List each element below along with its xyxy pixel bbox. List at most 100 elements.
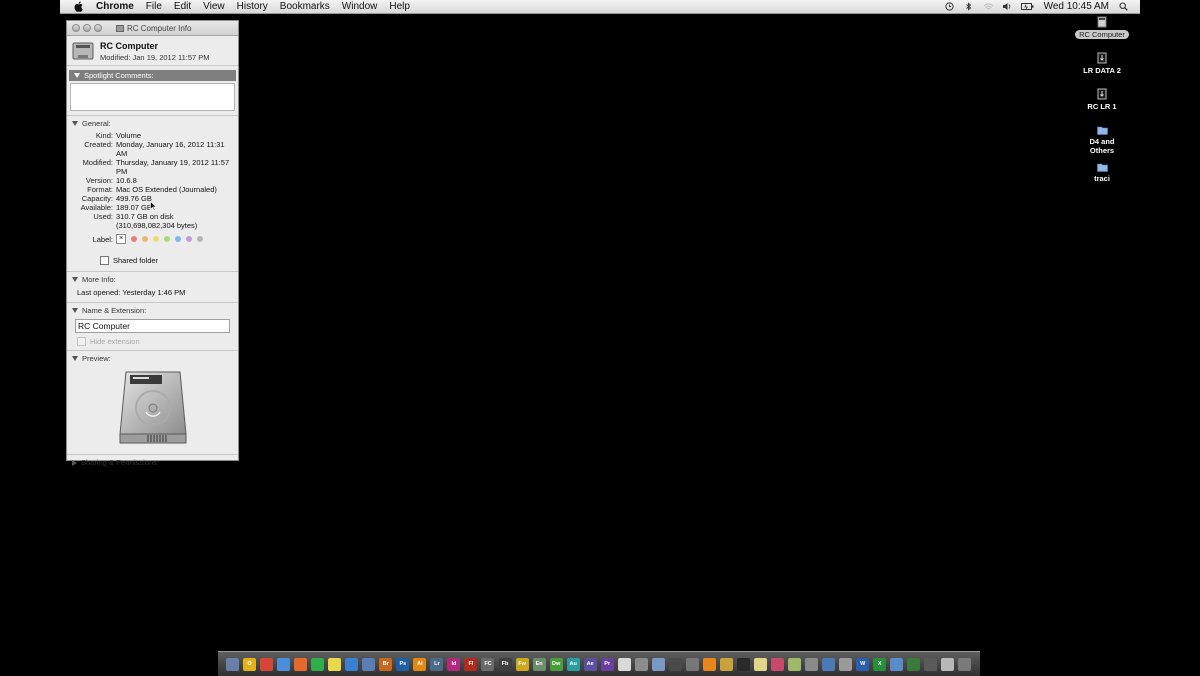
dock-app-icon[interactable]: FC bbox=[481, 657, 495, 671]
menu-window[interactable]: Window bbox=[342, 0, 378, 13]
dock-app-icon[interactable] bbox=[941, 657, 955, 671]
battery-icon[interactable] bbox=[1020, 2, 1034, 11]
menu-app-name[interactable]: Chrome bbox=[96, 0, 134, 13]
hard-drive-icon bbox=[72, 42, 94, 60]
hide-extension-checkbox[interactable] bbox=[77, 337, 86, 346]
dock-app-icon[interactable] bbox=[685, 657, 699, 671]
time-machine-icon[interactable] bbox=[944, 2, 954, 11]
label-color-red[interactable] bbox=[131, 236, 137, 242]
wifi-icon[interactable] bbox=[983, 2, 993, 11]
general-disclosure[interactable]: General: bbox=[67, 118, 238, 129]
dock-app-icon[interactable]: Ae bbox=[583, 657, 597, 671]
dock-app-icon[interactable] bbox=[958, 657, 972, 671]
dock-app-icon[interactable]: Fb bbox=[498, 657, 512, 671]
dock-app-icon[interactable]: En bbox=[532, 657, 546, 671]
dock-app-icon[interactable]: W bbox=[856, 657, 870, 671]
label-color-gray[interactable] bbox=[197, 236, 203, 242]
dock-app-icon[interactable] bbox=[277, 657, 291, 671]
dock-app-icon[interactable]: X bbox=[873, 657, 887, 671]
menu-file[interactable]: File bbox=[146, 0, 162, 13]
dock-app-icon[interactable]: Ps bbox=[396, 657, 410, 671]
menu-bookmarks[interactable]: Bookmarks bbox=[280, 0, 330, 13]
dock-app-icon[interactable] bbox=[651, 657, 665, 671]
label-color-orange[interactable] bbox=[142, 236, 148, 242]
info-row-format: Format: Mac OS Extended (Journaled) bbox=[67, 185, 238, 194]
label-color-green[interactable] bbox=[164, 236, 170, 242]
dock-app-icon[interactable] bbox=[771, 657, 785, 671]
menu-view[interactable]: View bbox=[203, 0, 225, 13]
desktop-icon-rc-computer[interactable]: RC Computer bbox=[1066, 16, 1138, 39]
dock-app-icon[interactable] bbox=[719, 657, 733, 671]
spotlight-comments-disclosure[interactable]: Spotlight Comments: bbox=[69, 70, 236, 81]
dock-app-icon[interactable] bbox=[311, 657, 325, 671]
zoom-button[interactable] bbox=[94, 24, 102, 32]
dock-app-icon[interactable] bbox=[294, 657, 308, 671]
info-window-titlebar[interactable]: RC Computer Info bbox=[67, 21, 238, 36]
info-value: Thursday, January 19, 2012 11:57 PM bbox=[116, 158, 230, 176]
more-info-disclosure[interactable]: More Info: bbox=[67, 274, 238, 285]
window-controls bbox=[72, 24, 102, 32]
close-button[interactable] bbox=[72, 24, 80, 32]
dock-app-icon[interactable] bbox=[702, 657, 716, 671]
apple-menu-icon[interactable] bbox=[72, 1, 84, 13]
info-row-used: Used: 310.7 GB on disk (310,698,082,304 b… bbox=[67, 212, 238, 230]
dock-app-icon[interactable]: Id bbox=[447, 657, 461, 671]
desktop-icon-d4-and-others[interactable]: D4 and Others bbox=[1066, 125, 1138, 155]
dock-app-icon[interactable] bbox=[805, 657, 819, 671]
name-field[interactable]: RC Computer bbox=[75, 319, 230, 333]
dock-app-icon[interactable] bbox=[617, 657, 631, 671]
label-color-purple[interactable] bbox=[186, 236, 192, 242]
dock-app-icon[interactable]: Fl bbox=[464, 657, 478, 671]
desktop-icon-rc-lr-1[interactable]: RC LR 1 bbox=[1066, 88, 1138, 111]
minimize-button[interactable] bbox=[83, 24, 91, 32]
info-key: Available: bbox=[80, 203, 113, 212]
shared-folder-label: Shared folder bbox=[113, 256, 159, 265]
desktop-icon-traci[interactable]: traci bbox=[1066, 162, 1138, 183]
dock-app-icon[interactable] bbox=[226, 657, 240, 671]
bluetooth-icon[interactable] bbox=[964, 2, 973, 11]
dock-app-icon[interactable]: Pr bbox=[600, 657, 614, 671]
menu-clock[interactable]: Wed 10:45 AM bbox=[1044, 0, 1109, 13]
desktop-icon-lr-data-2[interactable]: LR DATA 2 bbox=[1066, 52, 1138, 75]
shared-folder-checkbox[interactable] bbox=[100, 256, 109, 265]
dock-app-icon[interactable]: Br bbox=[379, 657, 393, 671]
dock-app-icon[interactable] bbox=[924, 657, 938, 671]
dock-app-icon[interactable] bbox=[907, 657, 921, 671]
label-none-box[interactable]: × bbox=[116, 234, 126, 244]
dock-app-icon[interactable] bbox=[822, 657, 836, 671]
dock-app-icon[interactable]: Dw bbox=[549, 657, 563, 671]
spotlight-search-icon[interactable] bbox=[1119, 2, 1128, 11]
dock-app-icon[interactable] bbox=[736, 657, 750, 671]
dock-app-icon[interactable]: Ai bbox=[413, 657, 427, 671]
dock-app-icon[interactable]: Au bbox=[566, 657, 580, 671]
menu-help[interactable]: Help bbox=[389, 0, 410, 13]
sharing-permissions-disclosure[interactable]: Sharing & Permissions: bbox=[67, 457, 238, 468]
item-modified: Modified: Jan 19, 2012 11:57 PM bbox=[100, 53, 210, 62]
menu-edit[interactable]: Edit bbox=[174, 0, 191, 13]
preview-disclosure[interactable]: Preview: bbox=[67, 353, 238, 364]
label-color-yellow[interactable] bbox=[153, 236, 159, 242]
label-color-blue[interactable] bbox=[175, 236, 181, 242]
name-extension-disclosure[interactable]: Name & Extension: bbox=[67, 305, 238, 316]
volume-icon[interactable] bbox=[1002, 2, 1011, 11]
dock-app-icon[interactable] bbox=[890, 657, 904, 671]
dock-app-icon[interactable]: Fw bbox=[515, 657, 529, 671]
info-header: RC Computer Modified: Jan 19, 2012 11:57… bbox=[67, 36, 238, 66]
dock-app-icon[interactable] bbox=[839, 657, 853, 671]
info-key: Modified: bbox=[82, 158, 113, 167]
spotlight-comments-field[interactable] bbox=[70, 83, 235, 111]
dock-app-icon[interactable] bbox=[634, 657, 648, 671]
info-key: Capacity: bbox=[81, 194, 113, 203]
dock-app-icon[interactable] bbox=[345, 657, 359, 671]
folder-icon bbox=[1096, 163, 1108, 172]
dock-app-icon[interactable]: O bbox=[243, 657, 257, 671]
dock-app-icon[interactable] bbox=[668, 657, 682, 671]
dock-app-icon[interactable] bbox=[753, 657, 767, 671]
dock-app-icon[interactable] bbox=[260, 657, 274, 671]
dock-app-icon[interactable] bbox=[362, 657, 376, 671]
dock-app-icon[interactable]: Lr bbox=[430, 657, 444, 671]
dock-app-icon[interactable] bbox=[328, 657, 342, 671]
dock-app-icon[interactable] bbox=[788, 657, 802, 671]
label-row: Label: × bbox=[67, 233, 238, 248]
menu-history[interactable]: History bbox=[237, 0, 268, 13]
